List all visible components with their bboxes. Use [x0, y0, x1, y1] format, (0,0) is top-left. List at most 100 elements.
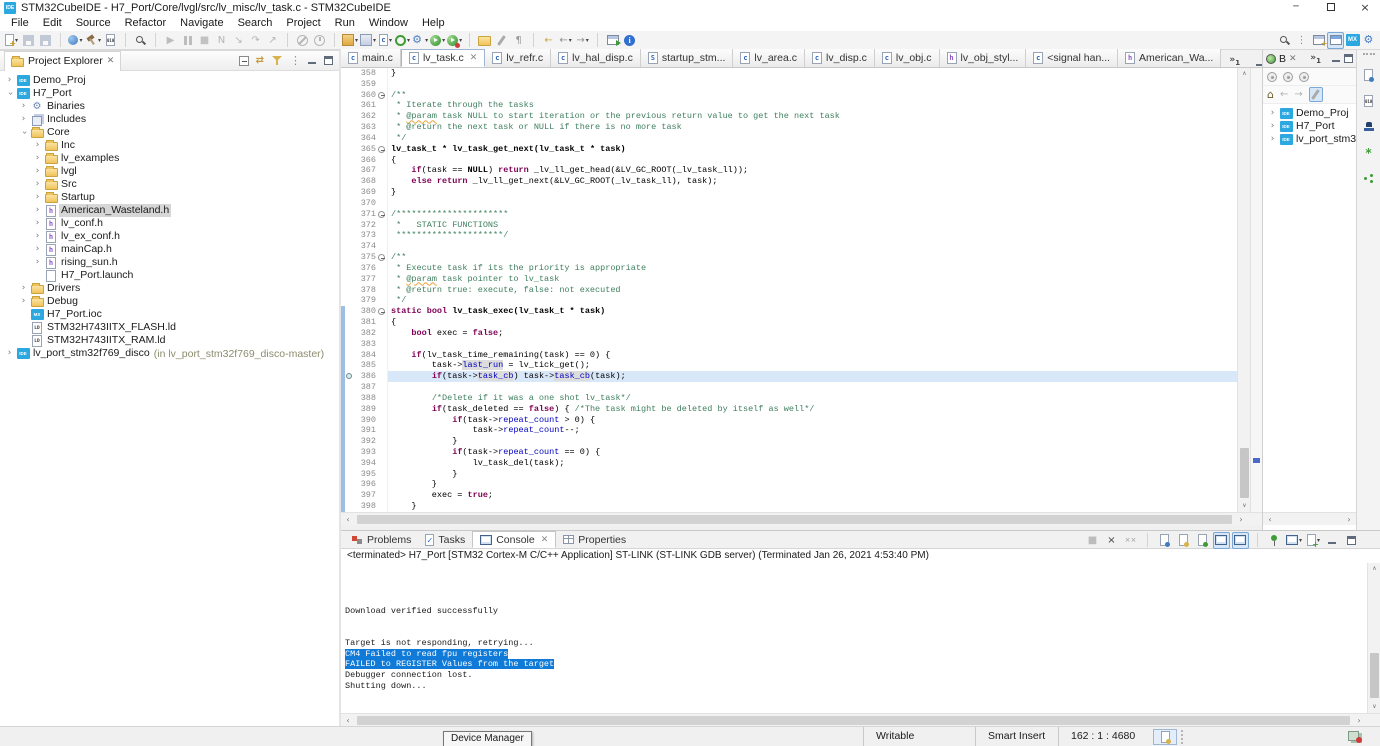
- maximize-view-button[interactable]: [1344, 54, 1353, 63]
- tree-chevron-icon[interactable]: ›: [32, 152, 43, 165]
- code-line[interactable]: 372 * STATIC FUNCTIONS: [341, 219, 1262, 231]
- instruction-stepping-button[interactable]: [311, 32, 328, 49]
- code-line[interactable]: 361 * Iterate through the tasks: [341, 100, 1262, 112]
- panel-tab-console[interactable]: Console ✕: [472, 531, 557, 548]
- pin-console-button[interactable]: [1266, 532, 1283, 549]
- project-tree-item[interactable]: › Src: [0, 178, 339, 191]
- tree-chevron-icon[interactable]: ›: [4, 347, 15, 360]
- new-c-project-button[interactable]: ▾: [341, 32, 359, 49]
- save-all-button[interactable]: [37, 32, 54, 49]
- editor-horizontal-scrollbar[interactable]: ‹ ›: [341, 512, 1262, 525]
- code-line[interactable]: 385 task->last_run = lv_tick_get();: [341, 360, 1262, 372]
- device-configuration-button[interactable]: ▾: [411, 32, 429, 49]
- last-edit-location-button[interactable]: ←: [540, 32, 557, 49]
- panel-tab-tasks[interactable]: ✓ Tasks: [418, 531, 472, 548]
- tab-overflow-button[interactable]: »1: [1221, 55, 1248, 67]
- terminate-console-button[interactable]: ■: [1084, 532, 1101, 549]
- cyclomatic-view-button[interactable]: [1360, 170, 1377, 187]
- menu-item-source[interactable]: Source: [69, 16, 118, 31]
- word-wrap-button[interactable]: [1175, 532, 1192, 549]
- tree-chevron-icon[interactable]: ›: [4, 74, 15, 87]
- code-line[interactable]: 397 exec = true;: [341, 490, 1262, 502]
- collapse-all-button[interactable]: [238, 55, 249, 66]
- minimize-view-button[interactable]: [308, 56, 317, 65]
- menu-item-window[interactable]: Window: [362, 16, 415, 31]
- restore-console-view-button[interactable]: [1360, 66, 1377, 83]
- editor-tab[interactable]: h lv_obj_styl...: [939, 49, 1027, 67]
- console-vertical-scrollbar[interactable]: ∧ ∨: [1367, 563, 1380, 713]
- view-action-button-1[interactable]: [1267, 71, 1277, 82]
- console-line[interactable]: [345, 574, 1367, 585]
- save-console-button[interactable]: [1156, 532, 1173, 549]
- code-line[interactable]: 398 }: [341, 501, 1262, 512]
- editor-vertical-scrollbar[interactable]: ∧ ∨: [1237, 68, 1250, 512]
- code-line[interactable]: 360 /**: [341, 89, 1262, 101]
- code-line[interactable]: 388 /*Delete if it was a one shot lv_tas…: [341, 392, 1262, 404]
- project-tree-item[interactable]: › Includes: [0, 113, 339, 126]
- scroll-left-icon[interactable]: ‹: [341, 513, 355, 526]
- editor-tab[interactable]: c main.c: [341, 49, 401, 67]
- project-tree-item[interactable]: › IDE lv_port_stm32f769_disco (in lv_port_…: [0, 347, 339, 360]
- new-cpp-project-button[interactable]: ▾: [359, 32, 377, 49]
- project-tree-item[interactable]: › Debug: [0, 295, 339, 308]
- console-line[interactable]: [345, 627, 1367, 638]
- console-line[interactable]: [345, 584, 1367, 595]
- fold-toggle-icon[interactable]: [378, 145, 385, 153]
- search-button[interactable]: [132, 32, 149, 49]
- code-line[interactable]: 378 * @return true: execute, false: not …: [341, 284, 1262, 296]
- project-tree-item[interactable]: › Drivers: [0, 282, 339, 295]
- home-button[interactable]: [1267, 89, 1274, 101]
- console-line[interactable]: CM4 Failed to read fpu registers: [345, 648, 1367, 660]
- remove-all-terminated-button[interactable]: ××: [1122, 532, 1139, 549]
- code-line[interactable]: 383: [341, 338, 1262, 350]
- open-perspective-button[interactable]: [1310, 32, 1328, 49]
- scroll-lock-button[interactable]: [1194, 532, 1211, 549]
- skip-breakpoints-button[interactable]: [294, 32, 311, 49]
- tree-chevron-icon[interactable]: ›: [1267, 133, 1278, 146]
- fold-toggle-icon[interactable]: [378, 91, 385, 99]
- back-button[interactable]: ←: [1280, 88, 1288, 102]
- window-minimize-button[interactable]: ─: [1283, 0, 1309, 16]
- code-line[interactable]: 365 lv_task_t * lv_task_get_next(lv_task_…: [341, 143, 1262, 155]
- build-analyzer-view-button[interactable]: [1360, 118, 1377, 135]
- scroll-right-icon[interactable]: ›: [1342, 513, 1356, 526]
- scrollbar-thumb[interactable]: [1370, 653, 1379, 698]
- project-tree-item[interactable]: › h mainCap.h: [0, 243, 339, 256]
- secondary-tree-item[interactable]: › IDE lv_port_stm32f769: [1263, 133, 1380, 146]
- code-line[interactable]: 368 else return _lv_ll_get_next(&LV_GC_R…: [341, 176, 1262, 188]
- tree-chevron-icon[interactable]: ›: [18, 282, 29, 295]
- view-action-button-3[interactable]: [1299, 71, 1309, 82]
- tree-chevron-icon[interactable]: ›: [32, 165, 43, 178]
- code-line[interactable]: 364 */: [341, 132, 1262, 144]
- editor-tab[interactable]: c lv_obj.c: [874, 49, 940, 67]
- code-line[interactable]: 363 * @return the next task or NULL if t…: [341, 122, 1262, 133]
- external-tools-button[interactable]: ▾: [446, 32, 463, 49]
- code-line[interactable]: 382 bool exec = false;: [341, 327, 1262, 339]
- tree-chevron-icon[interactable]: ›: [1267, 120, 1278, 133]
- disconnect-button[interactable]: N: [213, 32, 230, 49]
- status-drag-handle[interactable]: [1181, 730, 1185, 744]
- tree-chevron-icon[interactable]: ›: [32, 256, 43, 269]
- scrollbar-thumb[interactable]: [1240, 448, 1249, 498]
- menu-item-edit[interactable]: Edit: [36, 16, 69, 31]
- window-close-button[interactable]: ×: [1352, 0, 1378, 16]
- cubemx-perspective-button[interactable]: MX: [1344, 32, 1361, 49]
- toggle-mark-occurrences-button[interactable]: [493, 32, 510, 49]
- link-with-editor-button[interactable]: [256, 55, 264, 67]
- project-tree-item[interactable]: › Binaries: [0, 100, 339, 113]
- project-explorer-tab[interactable]: Project Explorer ✕: [4, 50, 122, 71]
- quick-search-button[interactable]: [1276, 32, 1293, 49]
- annotation-marker[interactable]: [1253, 458, 1260, 463]
- save-button[interactable]: [20, 32, 37, 49]
- tree-chevron-icon[interactable]: ›: [32, 217, 43, 230]
- code-line[interactable]: 374: [341, 241, 1262, 253]
- tree-chevron-icon[interactable]: ›: [18, 113, 29, 126]
- code-line[interactable]: 359: [341, 78, 1262, 90]
- code-line[interactable]: 393 if(task->repeat_count == 0) {: [341, 446, 1262, 458]
- cpp-perspective-button[interactable]: [1327, 31, 1344, 49]
- console-horizontal-scrollbar[interactable]: ‹ ›: [341, 713, 1380, 726]
- minimize-view-button[interactable]: [1332, 54, 1341, 63]
- menu-item-search[interactable]: Search: [231, 16, 280, 31]
- tree-chevron-icon[interactable]: ›: [32, 191, 43, 204]
- console-line[interactable]: Target is not responding, retrying...: [345, 638, 1367, 649]
